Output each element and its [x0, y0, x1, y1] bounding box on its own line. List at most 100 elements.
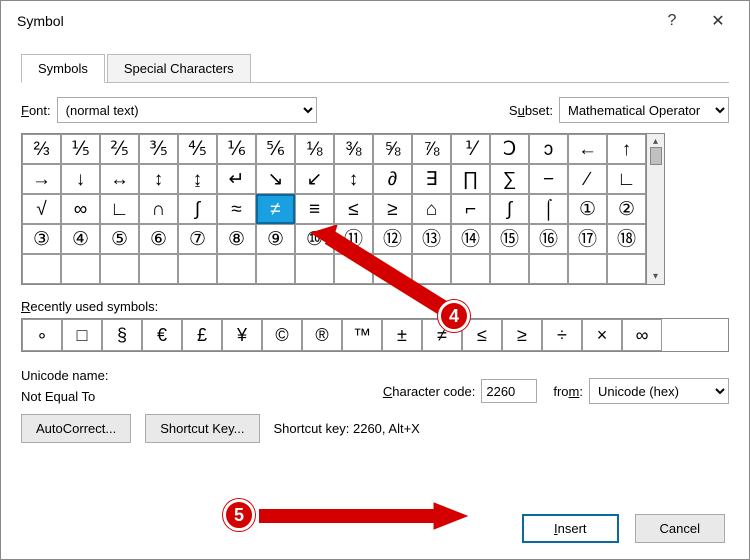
close-button[interactable]: ✕	[695, 1, 741, 41]
symbol-dialog: Symbol ? ✕ Symbols Special Characters Fo…	[0, 0, 750, 560]
symbol-cell[interactable]: ∂	[373, 164, 412, 194]
symbol-cell[interactable]: ∟	[607, 164, 646, 194]
symbol-cell[interactable]: ⌐	[451, 194, 490, 224]
symbol-cell[interactable]	[217, 254, 256, 284]
help-button[interactable]: ?	[649, 1, 695, 41]
symbol-cell[interactable]: ⅗	[139, 134, 178, 164]
symbol-cell[interactable]	[61, 254, 100, 284]
symbol-cell[interactable]: Ↄ	[490, 134, 529, 164]
symbol-cell[interactable]: ↵	[217, 164, 256, 194]
symbol-cell[interactable]: ↓	[61, 164, 100, 194]
scroll-down-icon[interactable]: ▾	[653, 271, 658, 282]
from-select[interactable]: Unicode (hex)	[589, 378, 729, 404]
symbol-cell[interactable]: ⅚	[256, 134, 295, 164]
recent-symbol-cell[interactable]: ×	[582, 319, 622, 351]
cancel-button[interactable]: Cancel	[635, 514, 725, 543]
recent-symbol-cell[interactable]: ≥	[502, 319, 542, 351]
symbol-cell[interactable]: ∫	[490, 194, 529, 224]
recent-symbol-cell[interactable]: ©	[262, 319, 302, 351]
symbol-cell[interactable]	[256, 254, 295, 284]
symbol-cell[interactable]: ⑤	[100, 224, 139, 254]
grid-scrollbar[interactable]: ▴ ▾	[647, 133, 665, 285]
recent-symbol-cell[interactable]: €	[142, 319, 182, 351]
symbol-cell[interactable]: ∩	[139, 194, 178, 224]
symbol-cell[interactable]: ←	[568, 134, 607, 164]
symbol-cell[interactable]	[100, 254, 139, 284]
symbol-cell[interactable]	[139, 254, 178, 284]
symbol-cell[interactable]: ⅙	[217, 134, 256, 164]
symbol-cell[interactable]: ≡	[295, 194, 334, 224]
shortcut-key-button[interactable]: Shortcut Key...	[145, 414, 259, 443]
symbol-cell[interactable]: ⑯	[529, 224, 568, 254]
subset-select[interactable]: Mathematical Operator	[559, 97, 729, 123]
symbol-cell[interactable]: ⅞	[412, 134, 451, 164]
symbol-cell[interactable]: ④	[61, 224, 100, 254]
symbol-cell[interactable]	[178, 254, 217, 284]
symbol-cell[interactable]: ①	[568, 194, 607, 224]
symbol-cell[interactable]: ③	[22, 224, 61, 254]
titlebar: Symbol ? ✕	[1, 1, 749, 41]
symbol-cell[interactable]: ≠	[256, 194, 295, 224]
symbol-cell[interactable]: ↑	[607, 134, 646, 164]
symbol-cell[interactable]: ↙	[295, 164, 334, 194]
recent-symbol-cell[interactable]: □	[62, 319, 102, 351]
symbol-cell[interactable]: ⅟	[451, 134, 490, 164]
symbol-cell[interactable]: ↘	[256, 164, 295, 194]
symbol-cell[interactable]: ⅖	[100, 134, 139, 164]
autocorrect-button[interactable]: AutoCorrect...	[21, 414, 131, 443]
symbol-cell[interactable]: ②	[607, 194, 646, 224]
symbol-cell[interactable]	[529, 254, 568, 284]
symbol-cell[interactable]: ≤	[334, 194, 373, 224]
symbol-cell[interactable]: ⑧	[217, 224, 256, 254]
charcode-input[interactable]	[481, 379, 537, 403]
recent-symbol-cell[interactable]: ¥	[222, 319, 262, 351]
recent-symbol-cell[interactable]: ∞	[622, 319, 662, 351]
recent-symbol-cell[interactable]: ∘	[22, 319, 62, 351]
symbol-cell[interactable]	[22, 254, 61, 284]
scroll-up-icon[interactable]: ▴	[653, 136, 658, 147]
symbol-cell[interactable]: ⑮	[490, 224, 529, 254]
symbol-cell[interactable]: ⑥	[139, 224, 178, 254]
callout-badge-5: 5	[223, 499, 255, 531]
symbol-cell[interactable]: ∫	[178, 194, 217, 224]
symbol-cell[interactable]	[607, 254, 646, 284]
tab-special-characters[interactable]: Special Characters	[107, 54, 251, 83]
symbol-cell[interactable]: ∟	[100, 194, 139, 224]
tab-symbols[interactable]: Symbols	[21, 54, 105, 83]
symbol-cell[interactable]	[490, 254, 529, 284]
symbol-cell[interactable]: ⑦	[178, 224, 217, 254]
symbol-cell[interactable]: ≥	[373, 194, 412, 224]
symbol-cell[interactable]: ∑	[490, 164, 529, 194]
symbol-cell[interactable]: −	[529, 164, 568, 194]
symbol-cell[interactable]: ⑨	[256, 224, 295, 254]
insert-button[interactable]: Insert	[522, 514, 619, 543]
symbol-cell[interactable]: ↄ	[529, 134, 568, 164]
symbol-cell[interactable]: ⑱	[607, 224, 646, 254]
symbol-cell[interactable]: ∏	[451, 164, 490, 194]
symbol-cell[interactable]: ∕	[568, 164, 607, 194]
symbol-cell[interactable]: →	[22, 164, 61, 194]
symbol-cell[interactable]: √	[22, 194, 61, 224]
symbol-cell[interactable]: ⅛	[295, 134, 334, 164]
font-select[interactable]: (normal text)	[57, 97, 317, 123]
symbol-cell[interactable]: ↕	[334, 164, 373, 194]
recent-symbol-cell[interactable]: £	[182, 319, 222, 351]
symbol-cell[interactable]: ∞	[61, 194, 100, 224]
recent-symbol-cell[interactable]: §	[102, 319, 142, 351]
symbol-cell[interactable]: ⅝	[373, 134, 412, 164]
symbol-cell[interactable]: ≈	[217, 194, 256, 224]
recent-symbol-cell[interactable]: ÷	[542, 319, 582, 351]
symbol-cell[interactable]: ↕	[139, 164, 178, 194]
symbol-cell[interactable]: ⌠	[529, 194, 568, 224]
scroll-thumb[interactable]	[650, 147, 662, 165]
symbol-cell[interactable]	[568, 254, 607, 284]
symbol-cell[interactable]: ⌂	[412, 194, 451, 224]
symbol-cell[interactable]: ⅔	[22, 134, 61, 164]
symbol-cell[interactable]: ⅜	[334, 134, 373, 164]
symbol-cell[interactable]: ⑰	[568, 224, 607, 254]
symbol-cell[interactable]: ∃	[412, 164, 451, 194]
symbol-cell[interactable]: ↨	[178, 164, 217, 194]
symbol-cell[interactable]: ⅕	[61, 134, 100, 164]
symbol-cell[interactable]: ⅘	[178, 134, 217, 164]
symbol-cell[interactable]: ↔	[100, 164, 139, 194]
